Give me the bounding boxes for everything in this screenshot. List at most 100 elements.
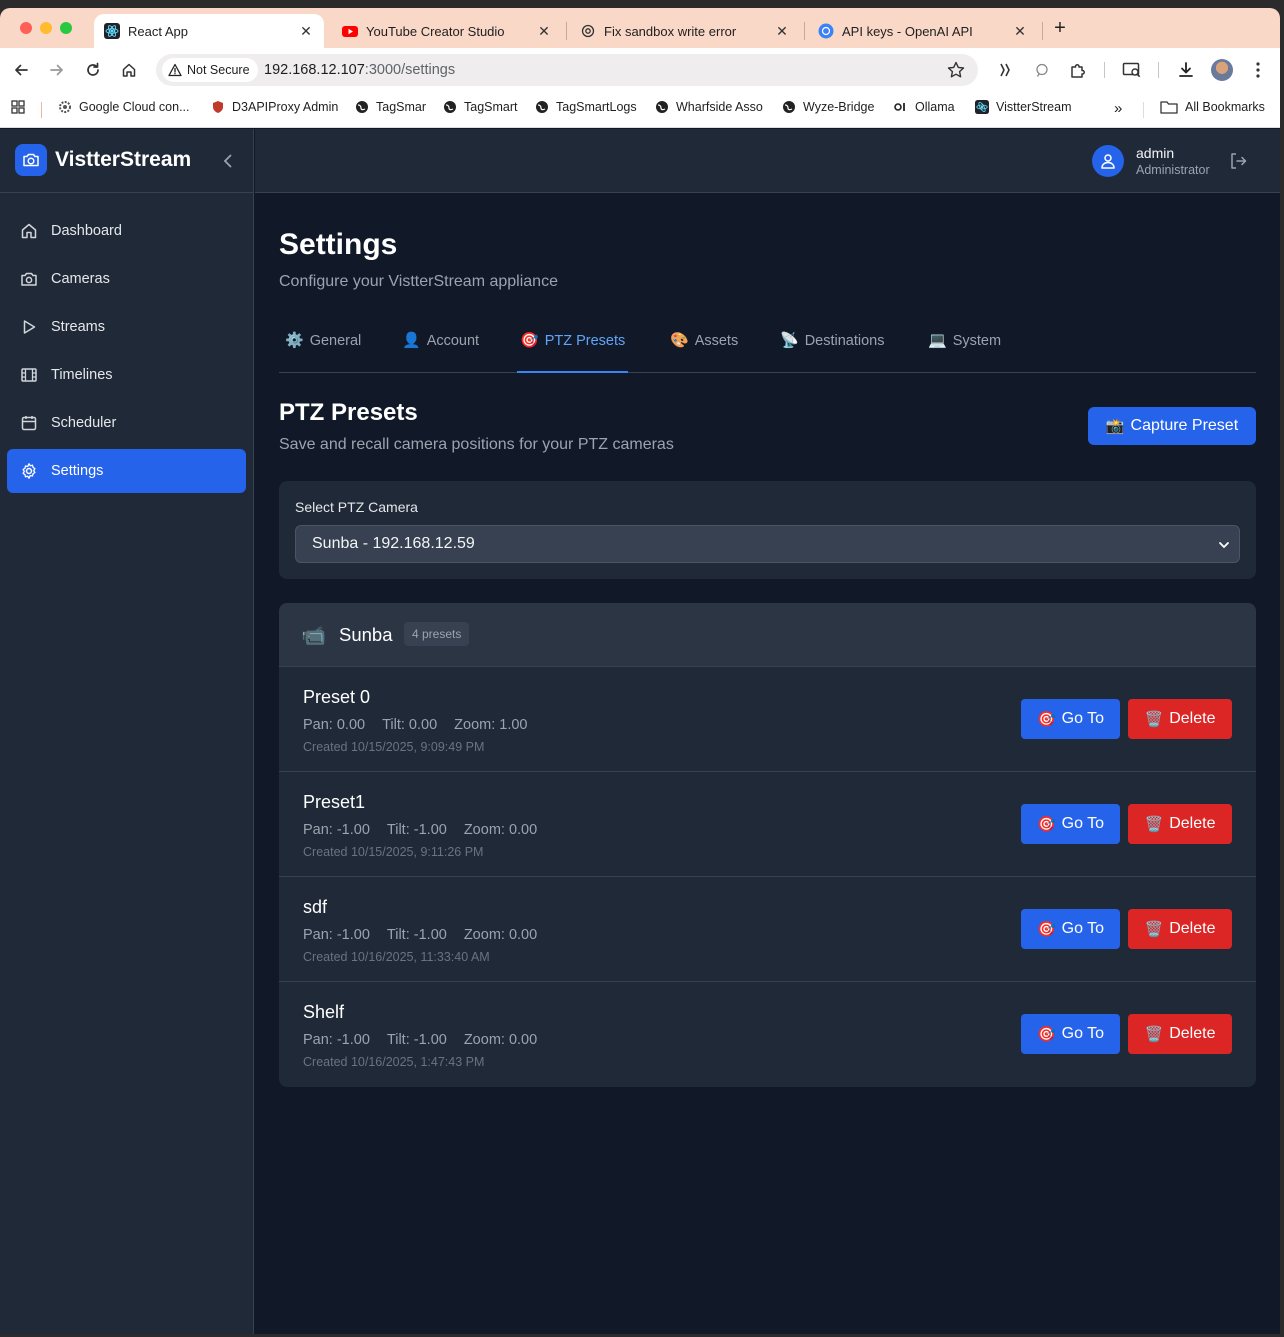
browser-tab-chatgpt[interactable]: Fix sandbox write error ✕: [570, 14, 800, 48]
delete-button[interactable]: 🗑️ Delete: [1128, 699, 1232, 739]
tab-label: Destinations: [804, 333, 885, 349]
sidebar-item-dashboard[interactable]: Dashboard: [7, 209, 246, 253]
sidebar-item-cameras[interactable]: Cameras: [7, 257, 246, 301]
chat-bubble-icon[interactable]: [1032, 60, 1052, 80]
target-icon: 🎯: [1036, 711, 1056, 728]
logout-icon[interactable]: [1228, 151, 1248, 171]
bookmark-item[interactable]: TagSmar: [355, 100, 426, 114]
user-name: admin: [1136, 145, 1175, 161]
url-host: 192.168.12.107: [264, 62, 365, 78]
delete-button[interactable]: 🗑️ Delete: [1128, 1014, 1232, 1054]
tab-ptz-presets[interactable]: 🎯 PTZ Presets: [517, 331, 629, 373]
capture-preset-button[interactable]: 📸 Capture Preset: [1088, 407, 1256, 445]
openai-icon: [580, 23, 596, 39]
browser-tab-youtube[interactable]: YouTube Creator Studio ✕: [332, 14, 562, 48]
target-icon: 🎯: [1036, 921, 1056, 938]
play-icon: [20, 318, 38, 336]
back-arrow-icon[interactable]: [11, 60, 31, 80]
bookmark-star-icon[interactable]: [946, 60, 966, 85]
download-icon[interactable]: [1176, 60, 1196, 80]
bookmark-label: VistterStream: [996, 100, 1072, 114]
more-bookmarks-button[interactable]: »: [1114, 100, 1122, 117]
all-bookmarks-button[interactable]: All Bookmarks: [1160, 100, 1265, 114]
sidebar-item-scheduler[interactable]: Scheduler: [7, 401, 246, 445]
tab-account[interactable]: 👤 Account: [399, 331, 482, 373]
top-bar: admin Administrator: [255, 129, 1280, 193]
pan-value: Pan: -1.00: [303, 822, 370, 838]
goto-button[interactable]: 🎯 Go To: [1021, 1014, 1120, 1054]
user-avatar-icon[interactable]: [1092, 145, 1124, 177]
profile-avatar[interactable]: [1211, 59, 1233, 81]
apps-grid-icon[interactable]: [11, 100, 25, 114]
delete-button[interactable]: 🗑️ Delete: [1128, 804, 1232, 844]
puzzle-icon[interactable]: [1068, 60, 1088, 80]
url-text[interactable]: 192.168.12.107:3000/settings: [264, 62, 455, 78]
selected-camera: Sunba - 192.168.12.59: [312, 535, 475, 552]
bookmark-item[interactable]: Ollama: [894, 100, 955, 114]
trash-icon: 🗑️: [1144, 1026, 1164, 1043]
goto-button[interactable]: 🎯 Go To: [1021, 699, 1120, 739]
preset-values: Pan: -1.00 Tilt: -1.00 Zoom: 0.00: [303, 1032, 554, 1048]
tab-general[interactable]: ⚙️ General: [282, 331, 364, 373]
ptz-camera-select[interactable]: Sunba - 192.168.12.59: [295, 525, 1240, 563]
close-icon[interactable]: ✕: [1012, 23, 1028, 40]
gear-icon: [58, 100, 72, 114]
brand-header: VistterStream: [0, 129, 254, 193]
tab-system[interactable]: 💻 System: [925, 331, 1004, 373]
bookmark-item[interactable]: TagSmart: [443, 100, 518, 114]
sidebar-item-label: Dashboard: [51, 223, 122, 239]
camera-logo-icon: [15, 144, 47, 176]
close-icon[interactable]: ✕: [298, 23, 314, 40]
tab-title: React App: [128, 23, 188, 39]
zoom-value: Zoom: 0.00: [463, 822, 538, 838]
reload-icon[interactable]: [83, 60, 103, 80]
extension-icon[interactable]: [996, 60, 1016, 80]
sidebar-item-streams[interactable]: Streams: [7, 305, 246, 349]
globe-icon: [443, 100, 457, 114]
calendar-icon: [20, 414, 38, 432]
shield-icon: [211, 100, 225, 114]
maximize-window-button[interactable]: [60, 22, 72, 34]
sidebar-item-settings[interactable]: Settings: [7, 449, 246, 493]
sidebar-item-timelines[interactable]: Timelines: [7, 353, 246, 397]
browser-tab-react-app[interactable]: React App ✕: [94, 14, 324, 48]
cast-search-icon[interactable]: [1122, 60, 1142, 80]
bookmark-item[interactable]: Wyze-Bridge: [782, 100, 874, 114]
home-icon[interactable]: [119, 60, 139, 80]
globe-icon: [782, 100, 796, 114]
bookmark-item[interactable]: D3APIProxy Admin: [211, 100, 338, 114]
tab-assets[interactable]: 🎨 Assets: [667, 331, 741, 373]
chevron-left-icon[interactable]: [218, 151, 238, 171]
bookmark-item[interactable]: Google Cloud con...: [58, 100, 190, 114]
gear-icon: ⚙️: [285, 332, 304, 349]
preset-created: Created 10/15/2025, 9:11:26 PM: [303, 845, 484, 859]
new-tab-button[interactable]: +: [1050, 18, 1070, 38]
goto-button[interactable]: 🎯 Go To: [1021, 909, 1120, 949]
bookmark-item[interactable]: Wharfside Asso: [655, 100, 763, 114]
close-icon[interactable]: ✕: [774, 23, 790, 40]
tab-divider: [566, 22, 567, 40]
goto-button[interactable]: 🎯 Go To: [1021, 804, 1120, 844]
settings-tabs: ⚙️ General 👤 Account 🎯 PTZ Presets 🎨 Assets …: [279, 315, 1256, 373]
laptop-icon: 💻: [928, 332, 947, 349]
bookmark-item[interactable]: VistterStream: [975, 100, 1072, 114]
close-window-button[interactable]: [20, 22, 32, 34]
address-bar[interactable]: Not Secure 192.168.12.107:3000/settings: [156, 54, 978, 86]
toolbar-divider: [1158, 62, 1159, 78]
security-indicator[interactable]: Not Secure: [162, 58, 258, 82]
forward-arrow-icon[interactable]: [47, 60, 67, 80]
capture-preset-label: Capture Preset: [1130, 417, 1239, 434]
delete-label: Delete: [1169, 710, 1216, 727]
delete-button[interactable]: 🗑️ Delete: [1128, 909, 1232, 949]
browser-tab-openai-api[interactable]: API keys - OpenAI API ✕: [808, 14, 1038, 48]
menu-kebab-icon[interactable]: [1248, 60, 1268, 80]
tab-destinations[interactable]: 📡 Destinations: [777, 331, 887, 373]
bookmark-item[interactable]: TagSmartLogs: [535, 100, 637, 114]
sidebar-nav: Dashboard Cameras Streams Timelines Sche…: [7, 209, 246, 497]
minimize-window-button[interactable]: [40, 22, 52, 34]
pan-value: Pan: -1.00: [303, 927, 370, 943]
bookmark-label: D3APIProxy Admin: [232, 100, 339, 114]
bookmark-label: Wyze-Bridge: [803, 100, 875, 114]
close-icon[interactable]: ✕: [536, 23, 552, 40]
react-icon: [975, 100, 989, 114]
